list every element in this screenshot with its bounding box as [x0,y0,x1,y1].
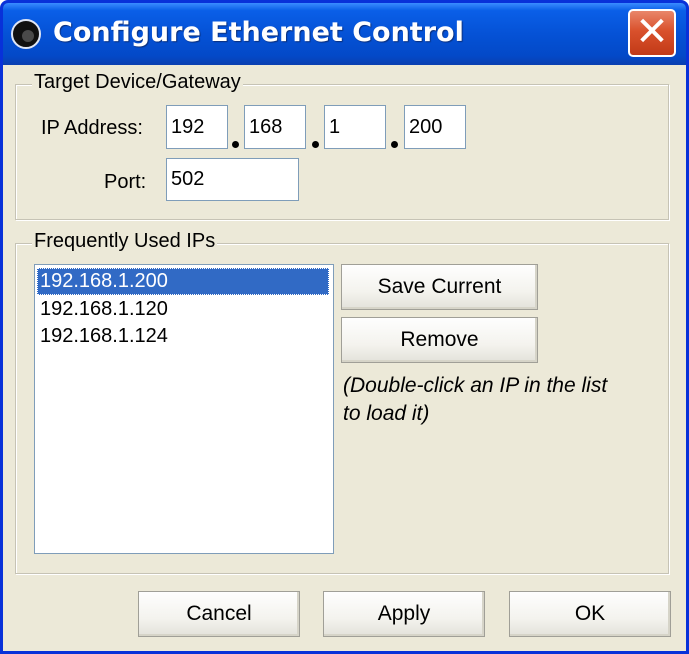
list-item[interactable]: 192.168.1.120 [37,296,329,323]
ip-octet-4-field[interactable] [404,105,466,149]
apply-button[interactable]: Apply [323,591,485,637]
cancel-button[interactable]: Cancel [138,591,300,637]
window-title: Configure Ethernet Control [53,17,464,48]
hint-line-2: to load it) [343,402,430,425]
port-label: Port: [104,171,147,193]
close-icon: ✕ [635,9,669,55]
list-item[interactable]: 192.168.1.124 [37,323,329,350]
load-hint-text: (Double-click an IP in the list to load … [343,372,663,428]
ip-separator-dot [232,141,239,148]
hint-line-1: (Double-click an IP in the list [343,374,608,397]
ip-address-label: IP Address: [41,117,143,139]
configure-ethernet-dialog: Configure Ethernet Control ✕ Target Devi… [0,0,689,654]
port-field[interactable] [166,158,299,201]
save-current-button[interactable]: Save Current [341,264,538,310]
remove-button[interactable]: Remove [341,317,538,363]
app-icon [11,19,41,49]
ok-button[interactable]: OK [509,591,671,637]
ip-separator-dot [391,141,398,148]
ip-octet-3-field[interactable] [324,105,386,149]
list-item[interactable]: 192.168.1.200 [37,268,329,295]
title-bar[interactable]: Configure Ethernet Control ✕ [3,3,686,65]
ip-separator-dot [312,141,319,148]
frequent-ips-list[interactable]: 192.168.1.200 192.168.1.120 192.168.1.12… [34,264,334,554]
dialog-body: Target Device/Gateway IP Address: Port: … [3,65,686,651]
close-button[interactable]: ✕ [628,9,676,57]
ip-octet-2-field[interactable] [244,105,306,149]
frequent-ips-legend: Frequently Used IPs [32,230,218,253]
target-device-legend: Target Device/Gateway [32,71,243,94]
ip-octet-1-field[interactable] [166,105,228,149]
